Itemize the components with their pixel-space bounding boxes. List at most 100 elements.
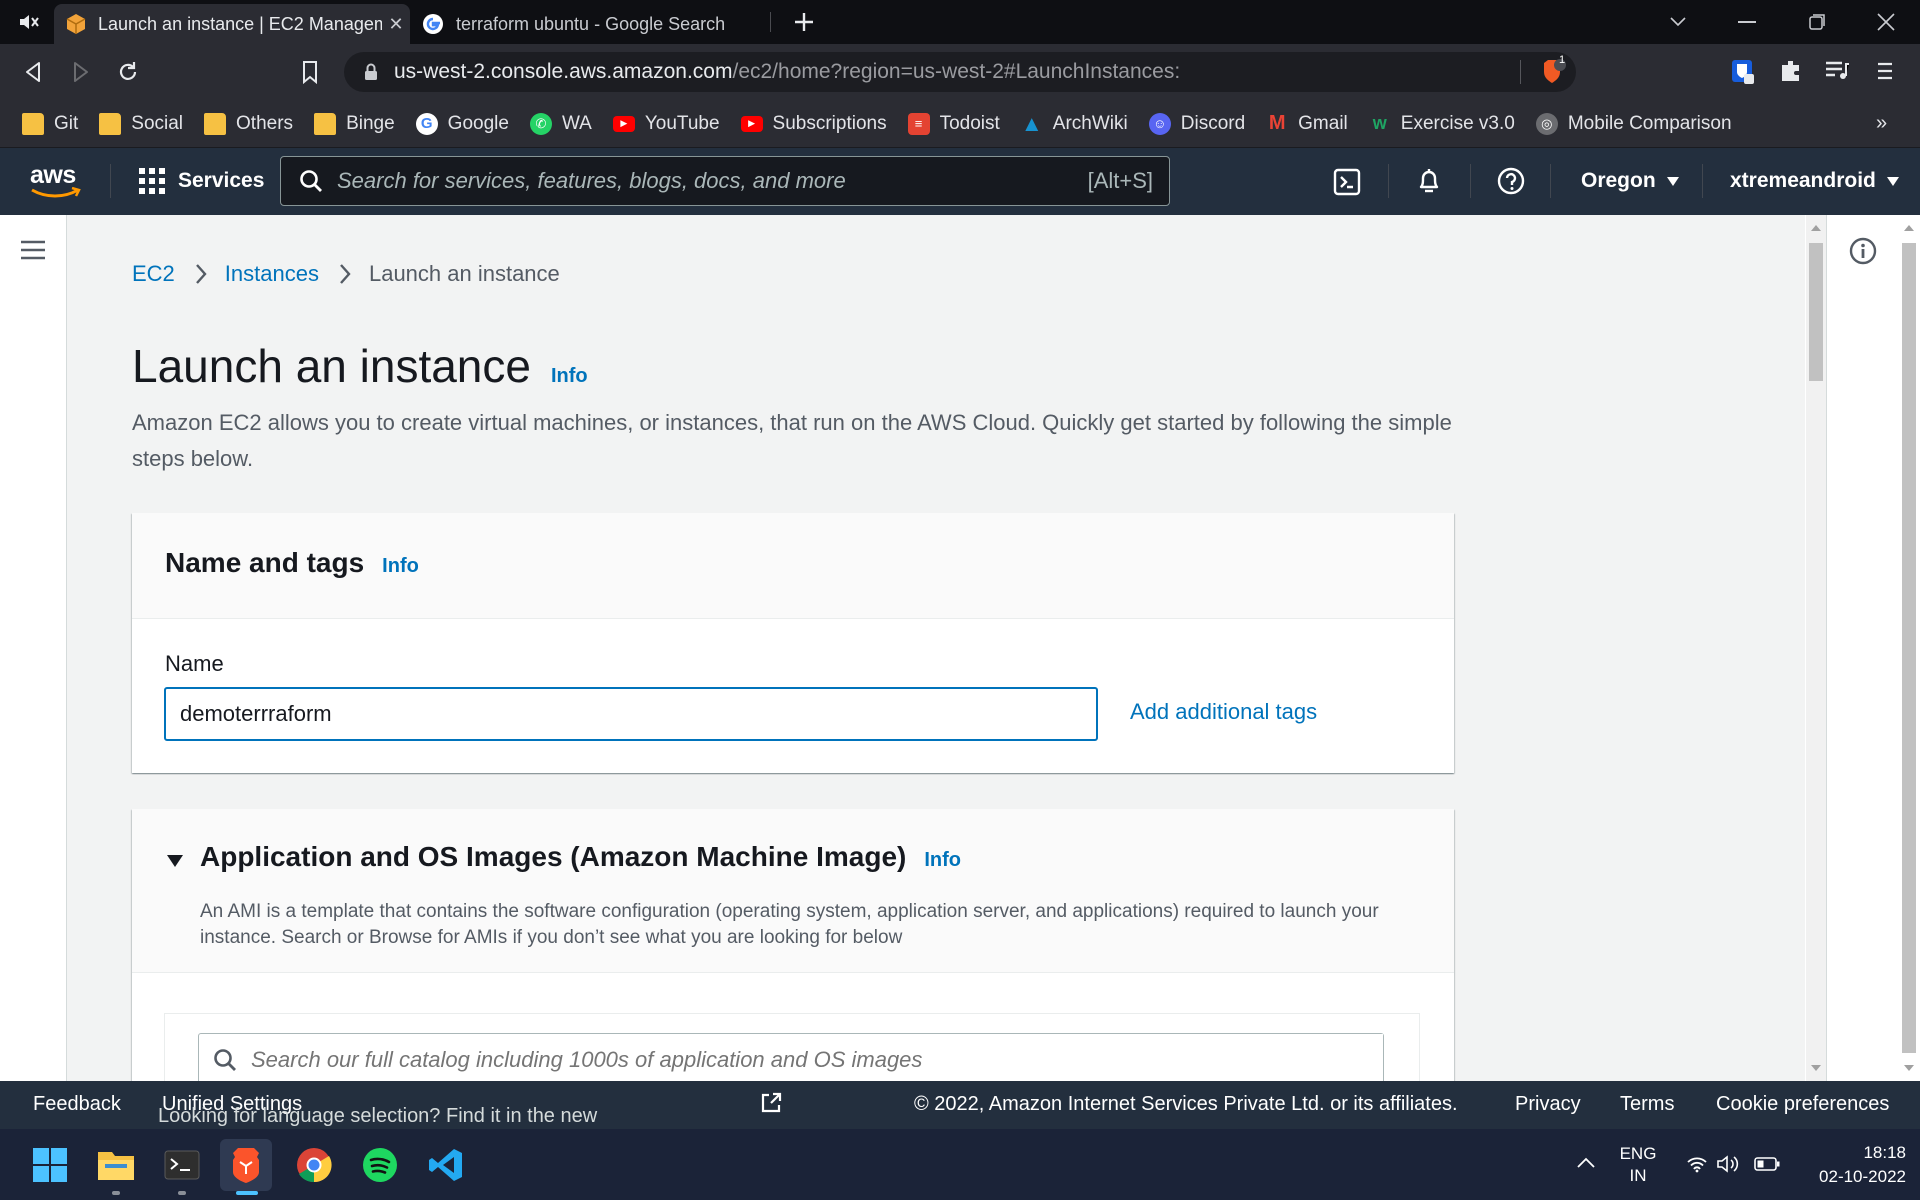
region-selector[interactable]: Oregon	[1581, 169, 1680, 193]
cookie-preferences-link[interactable]: Cookie preferences	[1716, 1093, 1889, 1116]
aws-logo-text: aws	[30, 161, 76, 189]
close-window-icon[interactable]	[1876, 12, 1896, 32]
language-indicator[interactable]: ENG IN	[1616, 1143, 1660, 1187]
bookmark-label: Binge	[346, 112, 395, 134]
aws-logo[interactable]: aws	[30, 161, 86, 201]
privacy-link[interactable]: Privacy	[1515, 1093, 1581, 1116]
url-path: /ec2/home?region=us-west-2#LaunchInstanc…	[732, 60, 1181, 83]
clock[interactable]: 18:18 02-10-2022	[1796, 1141, 1906, 1189]
reload-icon[interactable]	[116, 60, 140, 84]
restore-icon[interactable]	[1808, 13, 1826, 31]
windows-start-icon[interactable]	[24, 1139, 76, 1191]
bookmark-subscriptions[interactable]: ▶ Subscriptions	[740, 113, 887, 135]
show-hidden-icons-icon[interactable]	[1576, 1157, 1596, 1169]
bitwarden-extension-icon[interactable]	[1730, 58, 1756, 86]
breadcrumb-instances[interactable]: Instances	[225, 261, 319, 287]
shield-count-badge: 1	[1558, 54, 1566, 66]
bookmark-icon[interactable]	[300, 60, 320, 84]
tab-search-chevron-icon[interactable]	[1668, 14, 1688, 28]
outer-scrollbar[interactable]	[1898, 215, 1920, 1081]
caret-down-icon	[1666, 175, 1680, 187]
account-menu[interactable]: xtremeandroid	[1730, 169, 1900, 193]
bookmark-google[interactable]: G Google	[415, 112, 509, 135]
bookmark-social[interactable]: Social	[99, 112, 183, 135]
tab-google-search[interactable]: terraform ubuntu - Google Search	[420, 4, 770, 44]
feedback-link[interactable]: Feedback	[33, 1093, 121, 1116]
side-nav-collapsed	[0, 215, 67, 1081]
spotify-icon[interactable]	[354, 1139, 406, 1191]
bookmark-label: Git	[54, 112, 79, 134]
main-scrollbar[interactable]	[1806, 215, 1826, 1081]
info-panel-icon[interactable]	[1849, 237, 1877, 265]
bookmark-discord[interactable]: ☺ Discord	[1148, 112, 1245, 135]
bookmark-wa[interactable]: ✆ WA	[529, 112, 592, 135]
bookmark-others[interactable]: Others	[204, 112, 293, 135]
hamburger-menu-icon[interactable]	[20, 239, 46, 261]
ami-search-box[interactable]	[198, 1033, 1384, 1081]
forward-icon[interactable]	[70, 60, 92, 84]
bookmark-todoist[interactable]: ≡ Todoist	[907, 112, 1000, 135]
tab-audio-icon[interactable]	[18, 12, 40, 32]
scroll-up-arrow-icon[interactable]	[1904, 225, 1914, 231]
chrome-icon[interactable]	[288, 1139, 340, 1191]
more-bookmarks-icon[interactable]: »	[1876, 112, 1887, 135]
bookmark-label: Google	[447, 112, 509, 134]
bookmark-git[interactable]: Git	[22, 112, 79, 135]
volume-icon[interactable]	[1716, 1154, 1740, 1174]
close-tab-icon[interactable]: ✕	[382, 14, 410, 35]
minimize-icon[interactable]	[1738, 21, 1756, 23]
bookmark-archwiki[interactable]: ▲ ArchWiki	[1020, 110, 1128, 136]
address-bar[interactable]: us-west-2.console.aws.amazon.com/ec2/hom…	[344, 52, 1576, 92]
page-info-link[interactable]: Info	[551, 365, 588, 388]
scrollbar-thumb[interactable]	[1809, 243, 1823, 381]
terminal-icon[interactable]	[156, 1139, 208, 1191]
brave-browser-icon[interactable]	[220, 1139, 272, 1191]
tab-launch-instance[interactable]: Launch an instance | EC2 Management Cons…	[54, 4, 410, 44]
bookmark-label: Gmail	[1298, 112, 1348, 134]
discord-icon: ☺	[1148, 112, 1171, 135]
cloudshell-icon[interactable]	[1333, 168, 1361, 196]
scroll-up-arrow-icon[interactable]	[1811, 225, 1821, 231]
bookmark-binge[interactable]: Binge	[314, 112, 395, 135]
lock-icon	[364, 63, 378, 81]
bookmark-mobile-comparison[interactable]: ◎ Mobile Comparison	[1535, 112, 1732, 135]
notifications-bell-icon[interactable]	[1414, 166, 1444, 196]
add-additional-tags-link[interactable]: Add additional tags	[1130, 699, 1317, 725]
panel-title: Application and OS Images (Amazon Machin…	[200, 841, 907, 872]
back-icon[interactable]	[22, 60, 44, 84]
battery-icon[interactable]	[1754, 1156, 1780, 1172]
terms-link[interactable]: Terms	[1620, 1093, 1674, 1116]
aws-search-bar[interactable]: [Alt+S]	[280, 156, 1170, 206]
bookmark-label: WA	[561, 112, 592, 134]
scroll-down-arrow-icon[interactable]	[1811, 1065, 1821, 1071]
breadcrumb-ec2[interactable]: EC2	[132, 261, 175, 287]
folder-icon	[99, 112, 122, 135]
name-label: Name	[165, 651, 224, 676]
file-explorer-icon[interactable]	[90, 1139, 142, 1191]
grid-icon	[138, 167, 166, 195]
bookmark-gmail[interactable]: M Gmail	[1266, 112, 1348, 135]
name-input[interactable]	[164, 687, 1098, 741]
wifi-icon[interactable]	[1686, 1155, 1708, 1173]
bookmark-label: YouTube	[644, 112, 720, 134]
new-tab-icon[interactable]	[792, 10, 816, 34]
browser-menu-icon[interactable]	[1876, 60, 1894, 82]
bookmark-exercise[interactable]: w Exercise v3.0	[1369, 113, 1515, 135]
services-menu-button[interactable]: Services	[138, 167, 264, 195]
help-icon[interactable]	[1497, 167, 1525, 195]
scrollbar-thumb[interactable]	[1902, 243, 1916, 1053]
scroll-down-arrow-icon[interactable]	[1904, 1065, 1914, 1071]
extensions-icon[interactable]	[1778, 58, 1804, 84]
name-tags-info-link[interactable]: Info	[382, 555, 419, 578]
ami-info-link[interactable]: Info	[924, 849, 961, 872]
collapse-caret-icon[interactable]	[166, 853, 184, 869]
panel-title: Name and tags	[165, 547, 365, 578]
arch-icon: ▲	[1020, 110, 1043, 136]
media-queue-icon[interactable]	[1824, 60, 1850, 82]
vscode-icon[interactable]	[420, 1139, 472, 1191]
page-description: Amazon EC2 allows you to create virtual …	[132, 410, 1452, 471]
url-divider	[1520, 60, 1521, 84]
ami-search-input[interactable]	[251, 1034, 1383, 1081]
aws-search-input[interactable]	[337, 157, 1088, 205]
bookmark-youtube[interactable]: ▶ YouTube	[612, 112, 720, 135]
